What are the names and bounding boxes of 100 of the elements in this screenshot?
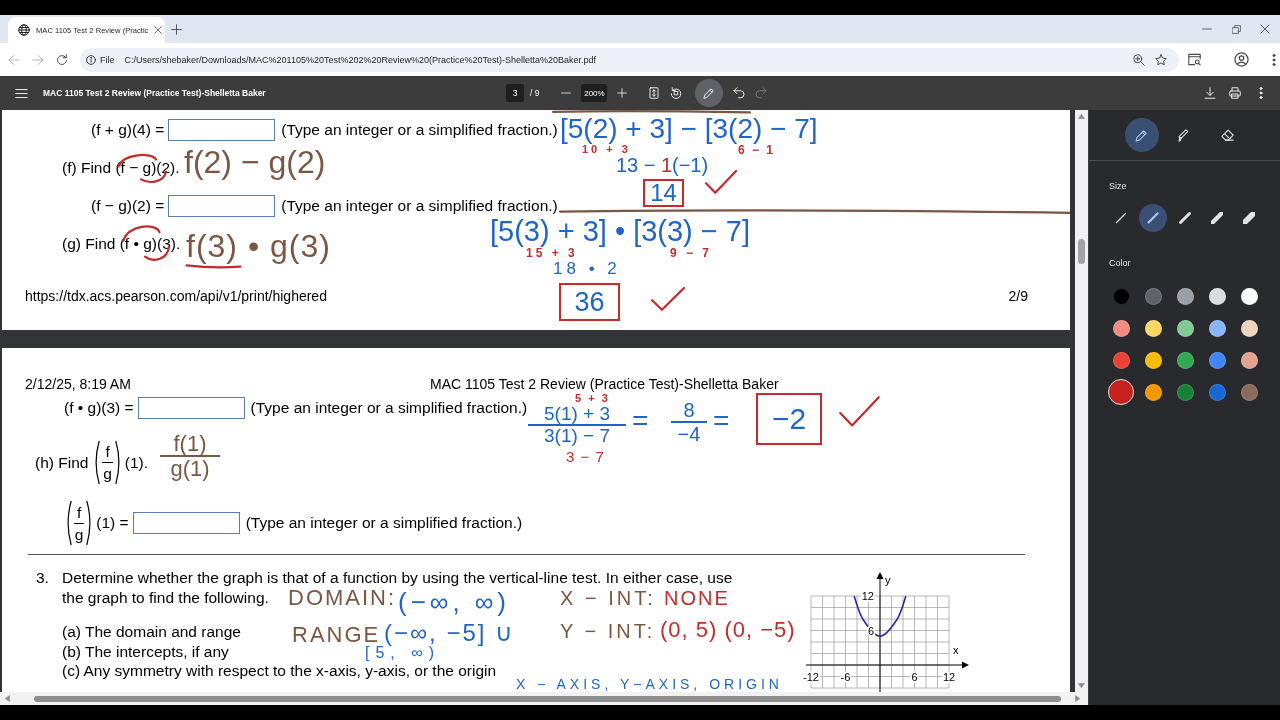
answer-label: (f − g)(2) =: [91, 197, 165, 215]
zoom-in-icon[interactable]: [617, 88, 628, 98]
answer-hint: (Type an integer or a simplified fraction.): [250, 399, 528, 417]
stroke-size-icon: [1211, 212, 1223, 224]
color-swatch-icon[interactable]: [1108, 379, 1134, 405]
page-footer-url: https://tdx.acs.pearson.com/api/v1/print/highered: [25, 287, 327, 306]
restore-icon[interactable]: [1232, 24, 1241, 34]
pen-icon: [1135, 128, 1148, 142]
handwritten-denominator: g(1): [170, 457, 210, 482]
answer-label: (f • g)(3) =: [64, 399, 134, 417]
address-bar[interactable]: File C:/Users/shebaker/Downloads/MAC%201105%20Test%202%20Review%20(Practice%20Test)-Shelletta%20Baker.pdf: [80, 47, 1179, 72]
left-parenthesis-icon: [93, 440, 101, 485]
handwritten-numerator: 8: [671, 400, 707, 423]
page-count: / 9: [530, 88, 540, 98]
answer-box[interactable]: [132, 512, 240, 534]
tick-label: -6: [840, 671, 851, 683]
window-search-icon[interactable]: [1188, 53, 1201, 66]
question-part: (c) Any symmetry with respect to the x-axis, y-axis, or the origin: [62, 661, 497, 681]
new-tab-icon[interactable]: [171, 23, 182, 35]
handwritten-text: 36: [574, 288, 605, 316]
scroll-left-icon[interactable]: [4, 695, 11, 702]
answer-box[interactable]: [168, 119, 276, 141]
eraser-icon: [1221, 128, 1234, 142]
handwritten-text: 5 + 3: [575, 393, 610, 404]
scrollbar-thumb[interactable]: [34, 695, 1061, 702]
fit-page-icon[interactable]: [648, 87, 661, 99]
page-header-date: 2/12/25, 8:19 AM: [25, 376, 132, 392]
site-info-button[interactable]: File: [86, 54, 115, 65]
pen-tool-button[interactable]: [1124, 118, 1159, 152]
handwritten-text: 13 −: [616, 155, 656, 175]
fraction-numerator: f: [74, 501, 85, 524]
tick-label: 12: [942, 671, 956, 683]
question-part: (1).: [124, 453, 148, 472]
axis-label: y: [885, 574, 891, 586]
answer-box[interactable]: [168, 195, 276, 217]
star-icon[interactable]: [1155, 53, 1167, 66]
handwritten-denominator: −4: [677, 423, 701, 445]
scrollbar-thumb[interactable]: [1078, 239, 1085, 264]
page-header-title: MAC 1105 Test 2 Review (Practice Test)-Shelletta Baker: [430, 376, 779, 392]
download-icon[interactable]: [1204, 87, 1216, 99]
handwritten-text: 1: [661, 155, 673, 175]
answer-box[interactable]: [137, 397, 245, 419]
left-parenthesis-icon: [65, 500, 72, 546]
annotate-button[interactable]: [695, 79, 724, 107]
close-icon[interactable]: [1260, 24, 1270, 34]
vertical-scrollbar[interactable]: [1075, 110, 1088, 692]
handwritten-text: 6 − 1: [738, 144, 776, 156]
answer-label: (1) =: [96, 514, 129, 532]
stroke-size-icon: [1115, 212, 1127, 224]
close-icon[interactable]: [154, 26, 163, 34]
reload-icon[interactable]: [56, 53, 68, 66]
handwritten-text: −2: [771, 404, 807, 434]
scroll-right-icon[interactable]: [1074, 695, 1081, 702]
stroke-size-button[interactable]: [1139, 204, 1167, 232]
stroke-size-icon: [1179, 212, 1191, 224]
page-footer-number: 2/9: [1008, 287, 1028, 306]
question-text: Determine whether the graph is that of a function by using the vertical-line test. In either case, use: [62, 568, 733, 588]
handwritten-text: NONE: [664, 588, 730, 608]
handwritten-text: 18 • 2: [553, 260, 621, 277]
document-title: MAC 1105 Test 2 Review (Practice Test)-Shelletta Baker: [43, 88, 266, 98]
answer-label: (f + g)(4) =: [91, 121, 165, 139]
handwritten-text: (−1): [672, 155, 709, 175]
menu-icon[interactable]: [15, 86, 28, 100]
scroll-down-icon[interactable]: [1078, 682, 1085, 689]
handwritten-text: (−∞, ∞): [398, 589, 511, 615]
stroke-size-icon: [1243, 212, 1255, 224]
question-part: (f) Find (f − g)(2).: [62, 159, 180, 177]
profile-icon[interactable]: [1234, 52, 1249, 67]
handwritten-numerator: 5(1) + 3: [528, 404, 626, 426]
print-icon[interactable]: [1229, 87, 1241, 99]
color-label: Color: [1109, 257, 1132, 270]
zoom-in-icon[interactable]: [1133, 53, 1145, 66]
globe-icon: [18, 24, 30, 36]
handwritten-text: 10 + 3: [582, 144, 631, 155]
rotate-icon[interactable]: [670, 87, 683, 99]
question-part: (h) Find: [35, 453, 89, 472]
undo-icon[interactable]: [733, 87, 746, 99]
answer-hint: (Type an integer or a simplified fraction.): [281, 197, 558, 215]
handwritten-denominator: 3(1) − 7: [544, 425, 610, 447]
right-parenthesis-icon: [86, 500, 94, 546]
handwritten-numerator: f(1): [160, 432, 220, 458]
fraction-denominator: g: [74, 524, 84, 545]
tick-label: -12: [803, 671, 819, 683]
question-part: (g) Find (f • g)(3).: [62, 235, 181, 253]
axis-label: x: [953, 644, 959, 656]
horizontal-scrollbar[interactable]: [0, 692, 1088, 705]
handwritten-text: f(3) • g(3): [186, 230, 331, 262]
handwritten-text: Y − INT:: [560, 621, 656, 641]
handwritten-text: X − INT:: [560, 588, 656, 608]
zoom-field[interactable]: 200%: [581, 84, 608, 102]
question-part: (a) The domain and range: [62, 622, 241, 642]
url-text: C:/Users/shebaker/Downloads/MAC%201105%20Test%202%20Review%20(Practice%20Test)-Shelletta%20Baker.pdf: [124, 54, 597, 65]
handwritten-text: [5, ∞): [365, 645, 440, 661]
stroke-size-icon: [1147, 212, 1159, 224]
handwritten-text: 3 − 7: [566, 449, 605, 464]
page-number-field[interactable]: 3: [506, 84, 524, 102]
scroll-up-icon[interactable]: [1078, 113, 1085, 120]
answer-hint: (Type an integer or a simplified fraction.): [245, 514, 523, 532]
handwritten-text: DOMAIN:: [288, 587, 397, 609]
handwritten-text: f(2) − g(2): [184, 146, 326, 178]
